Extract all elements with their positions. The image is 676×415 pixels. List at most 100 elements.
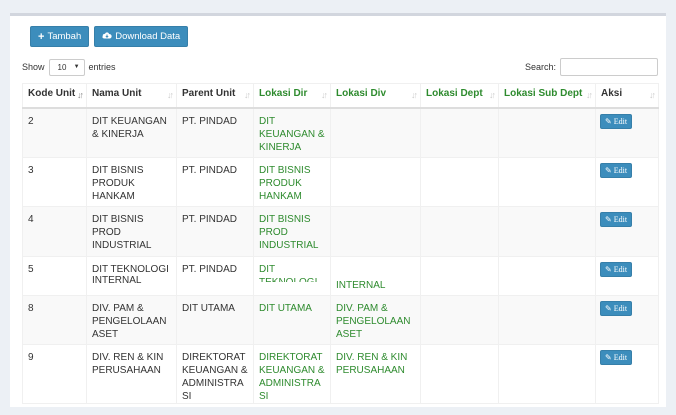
pencil-icon: ✎ bbox=[605, 116, 612, 126]
pencil-icon: ✎ bbox=[605, 304, 612, 313]
cell-aksi: ✎ Edit bbox=[595, 157, 659, 207]
cell-aksi: ✎ Edit bbox=[595, 256, 659, 296]
search-input[interactable] bbox=[560, 58, 658, 76]
cell-nama: DIV. PAM & PENGELOLAAN ASET bbox=[86, 295, 177, 345]
edit-button[interactable]: ✎ Edit bbox=[600, 262, 633, 277]
cell-subdept bbox=[498, 344, 596, 404]
unit-table: Kode Unit ↓↑ Nama Unit ↓↑ Parent Unit ↓↑ Lo… bbox=[22, 83, 659, 404]
cell-kode: 5 bbox=[22, 256, 87, 296]
col-lokasi-sub-dept[interactable]: Lokasi Sub Dept ↓↑ bbox=[498, 83, 596, 109]
cell-parent: PT. PINDAD bbox=[176, 256, 254, 296]
cell-subdept bbox=[498, 157, 596, 207]
cell-dept bbox=[420, 206, 499, 257]
table-row: 8 DIV. PAM & PENGELOLAAN ASET DIT UTAMA … bbox=[22, 295, 659, 345]
table-row: 5 DIT TEKNOLOGI & SUPPLY INTERNAL PT. PI… bbox=[22, 256, 659, 296]
edit-button[interactable]: ✎ Edit bbox=[600, 212, 633, 227]
cell-kode: 4 bbox=[22, 206, 87, 257]
table-controls: Show 10 ▼ entries Search: bbox=[22, 56, 658, 78]
cell-dir: DIT BISNIS PRODUK HANKAM bbox=[253, 157, 331, 207]
col-lokasi-dept[interactable]: Lokasi Dept ↓↑ bbox=[420, 83, 499, 109]
cell-nama: DIV. REN & KIN PERUSAHAAN bbox=[86, 344, 177, 404]
cell-kode: 9 bbox=[22, 344, 87, 404]
pencil-icon: ✎ bbox=[605, 166, 612, 175]
sort-icon: ↓↑ bbox=[489, 90, 496, 100]
col-kode-unit[interactable]: Kode Unit ↓↑ bbox=[22, 83, 87, 109]
cell-dept bbox=[420, 157, 499, 207]
cell-subdept bbox=[498, 107, 596, 158]
cell-kode: 3 bbox=[22, 157, 87, 207]
add-button-label: Tambah bbox=[47, 31, 82, 42]
chevron-down-icon: ▼ bbox=[73, 64, 80, 70]
cell-kode: 2 bbox=[22, 107, 87, 158]
plus-icon: + bbox=[38, 30, 45, 43]
pencil-icon: ✎ bbox=[605, 353, 612, 362]
search-label: Search: bbox=[524, 62, 556, 72]
entries-length-control: Show 10 ▼ entries bbox=[22, 58, 116, 76]
cell-parent: PT. PINDAD bbox=[176, 107, 254, 158]
edit-button[interactable]: ✎ Edit bbox=[600, 350, 633, 365]
col-lokasi-dir[interactable]: Lokasi Dir ↓↑ bbox=[253, 83, 331, 109]
add-button[interactable]: + Tambah bbox=[30, 26, 90, 47]
pencil-icon: ✎ bbox=[605, 215, 612, 224]
cell-kode: 8 bbox=[22, 295, 87, 345]
cell-parent: PT. PINDAD bbox=[176, 206, 254, 257]
cell-div: DIV. PAM & PENGELOLAAN ASET bbox=[330, 295, 421, 345]
sort-icon: ↓↑ bbox=[244, 90, 251, 100]
table-row: 3 DIT BISNIS PRODUK HANKAM PT. PINDAD DI… bbox=[22, 157, 659, 207]
content-panel: + Tambah Download Data Show 10 ▼ entries… bbox=[10, 13, 666, 407]
cell-nama: DIT BISNIS PROD INDUSTRIAL bbox=[86, 206, 177, 257]
edit-button[interactable]: ✎ Edit bbox=[600, 301, 633, 316]
show-label: Show bbox=[22, 62, 45, 72]
entries-select[interactable]: 10 ▼ bbox=[48, 58, 85, 76]
cell-subdept bbox=[498, 295, 596, 345]
cell-aksi: ✎ Edit bbox=[595, 295, 659, 345]
cell-dir: DIT KEUANGAN & KINERJA bbox=[253, 107, 331, 158]
search-control: Search: bbox=[525, 58, 658, 76]
cell-div bbox=[330, 157, 421, 207]
cell-nama: DIT BISNIS PRODUK HANKAM bbox=[86, 157, 177, 207]
cell-nama: DIT TEKNOLOGI & SUPPLY INTERNAL bbox=[86, 256, 177, 296]
cell-aksi: ✎ Edit bbox=[595, 344, 659, 404]
sort-icon: ↓↑ bbox=[586, 90, 593, 100]
cell-parent: PT. PINDAD bbox=[176, 157, 254, 207]
col-nama-unit[interactable]: Nama Unit ↓↑ bbox=[86, 83, 177, 109]
cell-div bbox=[330, 107, 421, 158]
pencil-icon: ✎ bbox=[605, 265, 612, 274]
cloud-download-icon bbox=[102, 31, 112, 42]
sort-icon: ↓↑ bbox=[321, 90, 328, 100]
col-lokasi-div[interactable]: Lokasi Div ↓↑ bbox=[330, 83, 421, 109]
table-row: 2 DIT KEUANGAN & KINERJA PT. PINDAD DIT … bbox=[22, 107, 659, 158]
cell-dir: DIREKTORAT KEUANGAN & ADMINISTRASI bbox=[253, 344, 331, 404]
cell-aksi: ✎ Edit bbox=[595, 206, 659, 257]
cell-div: INTERNAL bbox=[330, 256, 421, 296]
table-row: 4 DIT BISNIS PROD INDUSTRIAL PT. PINDAD … bbox=[22, 206, 659, 257]
entries-select-value: 10 bbox=[57, 62, 67, 72]
cell-subdept bbox=[498, 256, 596, 296]
cell-aksi: ✎ Edit bbox=[595, 107, 659, 158]
cell-dept bbox=[420, 256, 499, 296]
cell-nama: DIT KEUANGAN & KINERJA bbox=[86, 107, 177, 158]
col-aksi[interactable]: Aksi ↓↑ bbox=[595, 83, 659, 109]
cell-parent: DIT UTAMA bbox=[176, 295, 254, 345]
edit-button[interactable]: ✎ Edit bbox=[600, 113, 633, 129]
sort-icon: ↓↑ bbox=[649, 90, 656, 100]
toolbar: + Tambah Download Data bbox=[30, 26, 189, 47]
cell-parent: DIREKTORAT KEUANGAN & ADMINISTRASI bbox=[176, 344, 254, 404]
cell-dir: DIT BISNIS PROD INDUSTRIAL bbox=[253, 206, 331, 257]
sort-icon: ↓↑ bbox=[167, 90, 174, 100]
col-parent-unit[interactable]: Parent Unit ↓↑ bbox=[176, 83, 254, 109]
cell-nama-overlap: INTERNAL bbox=[92, 274, 142, 292]
table-row: 9 DIV. REN & KIN PERUSAHAAN DIREKTORAT K… bbox=[22, 344, 659, 404]
download-button-label: Download Data bbox=[115, 31, 181, 42]
cell-dir: DIT TEKNOLOGI bbox=[253, 256, 331, 296]
edit-button[interactable]: ✎ Edit bbox=[600, 163, 633, 178]
sort-icon: ↓↑ bbox=[411, 90, 418, 100]
cell-dept bbox=[420, 344, 499, 404]
cell-dept bbox=[420, 295, 499, 345]
download-data-button[interactable]: Download Data bbox=[94, 26, 189, 47]
cell-dir: DIT UTAMA bbox=[253, 295, 331, 345]
cell-div: DIV. REN & KIN PERUSAHAAN bbox=[330, 344, 421, 404]
sort-asc-icon: ↓↑ bbox=[77, 90, 84, 100]
cell-div bbox=[330, 206, 421, 257]
table-header-row: Kode Unit ↓↑ Nama Unit ↓↑ Parent Unit ↓↑ Lo… bbox=[22, 83, 659, 109]
